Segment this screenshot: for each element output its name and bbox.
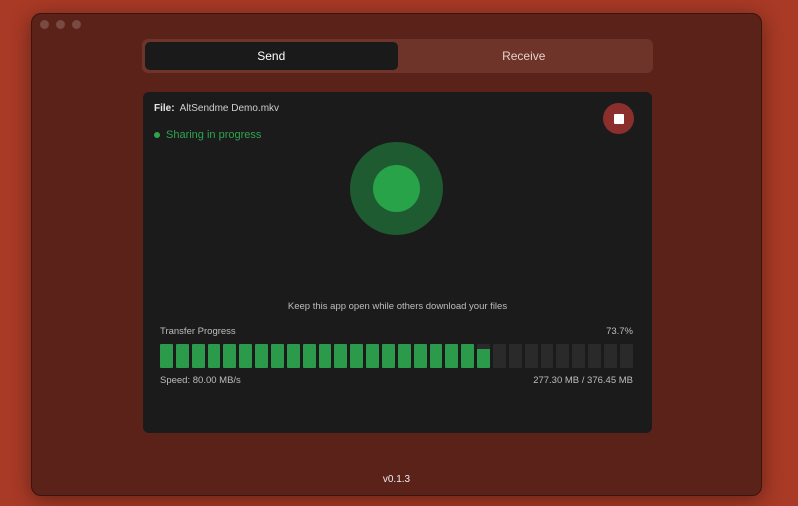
progress-segment <box>318 344 332 368</box>
app-window: Send Receive File: AltSendme Demo.mkv Sha… <box>31 13 762 496</box>
progress-segment <box>366 344 380 368</box>
progress-segment <box>429 344 443 368</box>
progress-segment <box>160 344 173 368</box>
segment-fill <box>302 344 316 368</box>
file-name: AltSendme Demo.mkv <box>179 103 280 114</box>
transfer-speed: Speed: 80.00 MB/s <box>160 375 241 386</box>
sharing-card: File: AltSendme Demo.mkv Sharing in progr… <box>143 92 652 433</box>
segment-fill <box>445 344 459 368</box>
progress-segment <box>588 344 602 368</box>
progress-segment <box>619 344 633 368</box>
progress-segment <box>572 344 586 368</box>
app-version: v0.1.3 <box>382 474 411 485</box>
window-controls <box>40 20 81 29</box>
progress-segment <box>604 344 617 368</box>
close-window-button[interactable] <box>40 20 49 29</box>
progress-segment <box>556 344 570 368</box>
segment-fill <box>271 344 284 368</box>
segment-fill <box>239 344 253 368</box>
tab-send[interactable]: Send <box>145 42 398 70</box>
segment-fill <box>286 344 300 368</box>
progress-segment <box>207 344 221 368</box>
segment-fill <box>223 344 237 368</box>
progress-segment <box>286 344 300 368</box>
progress-segment <box>255 344 269 368</box>
sharing-pulse-icon <box>350 142 443 235</box>
transfer-size: 277.30 MB / 376.45 MB <box>533 375 633 386</box>
stop-icon <box>613 113 624 124</box>
progress-segment <box>413 344 427 368</box>
pulse-core <box>373 165 420 212</box>
segment-fill <box>175 344 189 368</box>
progress-segment <box>493 344 506 368</box>
progress-segment <box>223 344 237 368</box>
segment-fill <box>366 344 380 368</box>
keep-open-hint: Keep this app open while others download… <box>287 301 508 312</box>
segment-fill <box>191 344 205 368</box>
zoom-window-button[interactable] <box>72 20 81 29</box>
segment-fill <box>318 344 332 368</box>
progress-segment <box>397 344 411 368</box>
stop-sharing-button[interactable] <box>603 103 634 134</box>
segment-fill <box>461 344 475 368</box>
segment-fill <box>429 344 443 368</box>
segment-fill <box>255 344 269 368</box>
mode-tabs: Send Receive <box>142 39 653 73</box>
progress-segment <box>350 344 364 368</box>
progress-bar <box>160 344 633 368</box>
progress-segment <box>477 344 491 368</box>
progress-label: Transfer Progress <box>160 326 236 337</box>
progress-segment <box>271 344 284 368</box>
progress-segment <box>191 344 205 368</box>
progress-segment <box>334 344 348 368</box>
segment-fill <box>207 344 221 368</box>
progress-percent: 73.7% <box>606 326 633 337</box>
minimize-window-button[interactable] <box>56 20 65 29</box>
progress-segment <box>382 344 395 368</box>
segment-fill <box>477 348 491 368</box>
status-text: Sharing in progress <box>166 129 262 141</box>
segment-fill <box>350 344 364 368</box>
progress-segment <box>302 344 316 368</box>
progress-segment <box>540 344 554 368</box>
progress-segment <box>175 344 189 368</box>
file-info: File: AltSendme Demo.mkv <box>154 103 279 114</box>
sharing-status: Sharing in progress <box>154 129 261 141</box>
segment-fill <box>160 344 173 368</box>
progress-segment <box>508 344 522 368</box>
progress-segment <box>524 344 538 368</box>
progress-segment <box>239 344 253 368</box>
segment-fill <box>334 344 348 368</box>
segment-fill <box>413 344 427 368</box>
status-dot-icon <box>154 132 160 138</box>
segment-fill <box>397 344 411 368</box>
segment-fill <box>382 344 395 368</box>
progress-segment <box>461 344 475 368</box>
progress-segment <box>445 344 459 368</box>
tab-receive[interactable]: Receive <box>398 42 651 70</box>
file-label: File: <box>154 103 175 114</box>
